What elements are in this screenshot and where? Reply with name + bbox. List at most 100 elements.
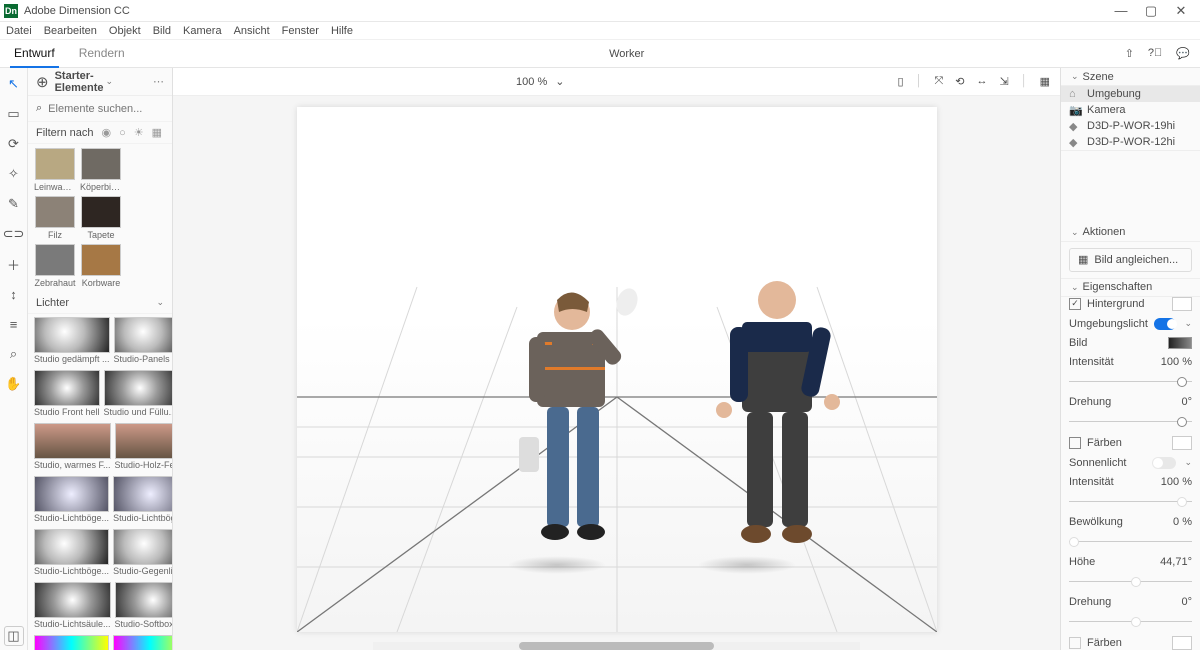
chevron-down-icon[interactable]: ⌄: [106, 76, 114, 87]
light-preset[interactable]: Studio-Lichtböge...: [34, 529, 109, 576]
menu-ansicht[interactable]: Ansicht: [234, 25, 270, 37]
share-icon[interactable]: ⇧: [1125, 47, 1134, 60]
material-item[interactable]: Tapete: [80, 196, 122, 240]
tool-move[interactable]: ↕: [4, 284, 24, 304]
light-preset[interactable]: Studio Front hell: [34, 370, 100, 417]
light-preset[interactable]: Studio gedämpft ...: [34, 317, 110, 364]
canvas[interactable]: [297, 107, 937, 632]
faerben-checkbox[interactable]: [1069, 437, 1081, 449]
material-item[interactable]: Leinwand...: [34, 148, 76, 192]
light-preset[interactable]: Studio-Farbbühn...: [113, 635, 172, 650]
3d-worker-1[interactable]: [497, 272, 647, 572]
tool-column: ↖ ▭ ⟳ ✧ ✎ ⊂⊃ ＋ ↕ ≡ ⌕ ✋ ◫: [0, 68, 28, 650]
lichter-heading[interactable]: Lichter⌄: [28, 292, 172, 314]
scene-item[interactable]: ⌂Umgebung: [1061, 86, 1200, 102]
zoom-value[interactable]: 100 %: [516, 76, 547, 88]
hintergrund-checkbox[interactable]: ✓: [1069, 298, 1081, 310]
light-preset[interactable]: Studio-Holz-Fens...: [115, 423, 172, 470]
light-preset[interactable]: Studio und Füllu...: [104, 370, 172, 417]
light-preset[interactable]: Studio-Gegenlich...: [113, 529, 172, 576]
tool-align[interactable]: ≡: [4, 314, 24, 334]
close-button[interactable]: ✕: [1166, 0, 1196, 22]
image-icon: ▦: [1078, 253, 1088, 266]
bild-thumbnail[interactable]: [1168, 337, 1192, 349]
assets-panel: ⊕ Starter-Elemente ⌄ ⋯ ⌕ Filtern nach ◉ …: [28, 68, 173, 650]
menu-bar: Datei Bearbeiten Objekt Bild Kamera Ansi…: [0, 22, 1200, 40]
scene-list: ⌂Umgebung📷Kamera◆D3D-P-WOR-19hi◆D3D-P-WO…: [1061, 86, 1200, 151]
sonnenlicht-toggle[interactable]: [1152, 457, 1176, 469]
light-preset[interactable]: Studio, warmes F...: [34, 423, 111, 470]
horizontal-scrollbar[interactable]: [373, 642, 860, 650]
tool-orbit[interactable]: ⟳: [4, 134, 24, 154]
bookmark-icon[interactable]: ▯: [898, 75, 904, 88]
document-tabs: Entwurf Rendern Worker ⇧ ?⃝ 💬: [0, 40, 1200, 68]
intensitaet-slider[interactable]: [1069, 375, 1192, 389]
scene-item[interactable]: 📷Kamera: [1061, 102, 1200, 118]
chat-icon[interactable]: 💬: [1176, 47, 1190, 60]
drehung-label: Drehung: [1069, 396, 1111, 408]
tool-zoom[interactable]: ⌕: [4, 344, 24, 364]
light-preset[interactable]: Studio-Softbox, 3...: [115, 582, 172, 629]
tool-add[interactable]: ＋: [4, 254, 24, 274]
tab-entwurf[interactable]: Entwurf: [10, 40, 59, 68]
hintergrund-color[interactable]: [1172, 297, 1192, 311]
filter-image-icon[interactable]: ▦: [152, 126, 162, 139]
light-preset[interactable]: Studio-Farbbühn...: [34, 635, 109, 650]
tool-wand[interactable]: ✧: [4, 164, 24, 184]
menu-fenster[interactable]: Fenster: [282, 25, 319, 37]
assets-heading[interactable]: Starter-Elemente: [55, 70, 104, 94]
tool-marquee[interactable]: ▭: [4, 104, 24, 124]
search-input[interactable]: [48, 103, 190, 115]
filter-circle-icon[interactable]: ○: [119, 127, 126, 139]
material-item[interactable]: Korbware: [80, 244, 122, 288]
tool-hand[interactable]: ✋: [4, 374, 24, 394]
filter-label: Filtern nach: [36, 127, 93, 139]
app-title: Adobe Dimension CC: [24, 5, 1106, 17]
menu-objekt[interactable]: Objekt: [109, 25, 141, 37]
render-preview-icon[interactable]: ▦: [1040, 75, 1050, 88]
properties-heading[interactable]: ⌄Eigenschaften: [1061, 279, 1200, 297]
tool-select[interactable]: ↖: [4, 74, 24, 94]
scene-item[interactable]: ◆D3D-P-WOR-12hi: [1061, 134, 1200, 150]
title-bar: Dn Adobe Dimension CC — ▢ ✕: [0, 0, 1200, 22]
camera-zoom-icon[interactable]: ⇲: [1000, 75, 1009, 88]
maximize-button[interactable]: ▢: [1136, 0, 1166, 22]
menu-hilfe[interactable]: Hilfe: [331, 25, 353, 37]
light-preset[interactable]: Studio-Lichtböge...: [34, 476, 109, 523]
viewport: 100 % ⌄ ▯ │ ⤧ ⟲ ↔ ⇲ │ ▦: [173, 68, 1060, 650]
actions-heading[interactable]: ⌄Aktionen: [1061, 224, 1200, 242]
tool-magnet[interactable]: ⊂⊃: [4, 224, 24, 244]
3d-worker-2[interactable]: [692, 262, 862, 572]
material-item[interactable]: Köperbin...: [80, 148, 122, 192]
drehung-slider[interactable]: [1069, 415, 1192, 429]
zoom-dropdown-icon[interactable]: ⌄: [555, 75, 564, 88]
camera-pan-icon[interactable]: ↔: [977, 75, 988, 88]
help-icon[interactable]: ?⃝: [1148, 47, 1162, 60]
camera-orbit-icon[interactable]: ⟲: [955, 75, 964, 88]
add-asset-button[interactable]: ⊕: [36, 73, 49, 91]
material-item[interactable]: Zebrahaut: [34, 244, 76, 288]
menu-kamera[interactable]: Kamera: [183, 25, 222, 37]
assets-menu-button[interactable]: ⋯: [153, 75, 164, 88]
filter-cube-icon[interactable]: ◉: [101, 126, 111, 139]
tool-sample[interactable]: ✎: [4, 194, 24, 214]
align-image-button[interactable]: ▦Bild angleichen...: [1069, 248, 1192, 272]
scene-item[interactable]: ◆D3D-P-WOR-19hi: [1061, 118, 1200, 134]
menu-bearbeiten[interactable]: Bearbeiten: [44, 25, 97, 37]
chevron-down-icon[interactable]: ⌄: [1184, 318, 1192, 329]
faerben-color[interactable]: [1172, 436, 1192, 450]
chevron-down-icon[interactable]: ⌄: [1184, 457, 1192, 468]
camera-home-icon[interactable]: ⤧: [934, 75, 943, 88]
tab-rendern[interactable]: Rendern: [75, 40, 129, 68]
menu-datei[interactable]: Datei: [6, 25, 32, 37]
filter-sun-icon[interactable]: ☀: [134, 126, 144, 139]
light-preset[interactable]: Studio-Lichtböge...: [113, 476, 172, 523]
scene-heading[interactable]: ⌄Szene: [1061, 68, 1200, 86]
umgebungslicht-toggle[interactable]: [1154, 318, 1177, 330]
material-item[interactable]: Filz: [34, 196, 76, 240]
light-preset[interactable]: Studio-Panels hell: [114, 317, 172, 364]
minimize-button[interactable]: —: [1106, 0, 1136, 22]
menu-bild[interactable]: Bild: [153, 25, 171, 37]
light-preset[interactable]: Studio-Lichtsäule...: [34, 582, 111, 629]
tool-dock-toggle[interactable]: ◫: [4, 626, 24, 646]
